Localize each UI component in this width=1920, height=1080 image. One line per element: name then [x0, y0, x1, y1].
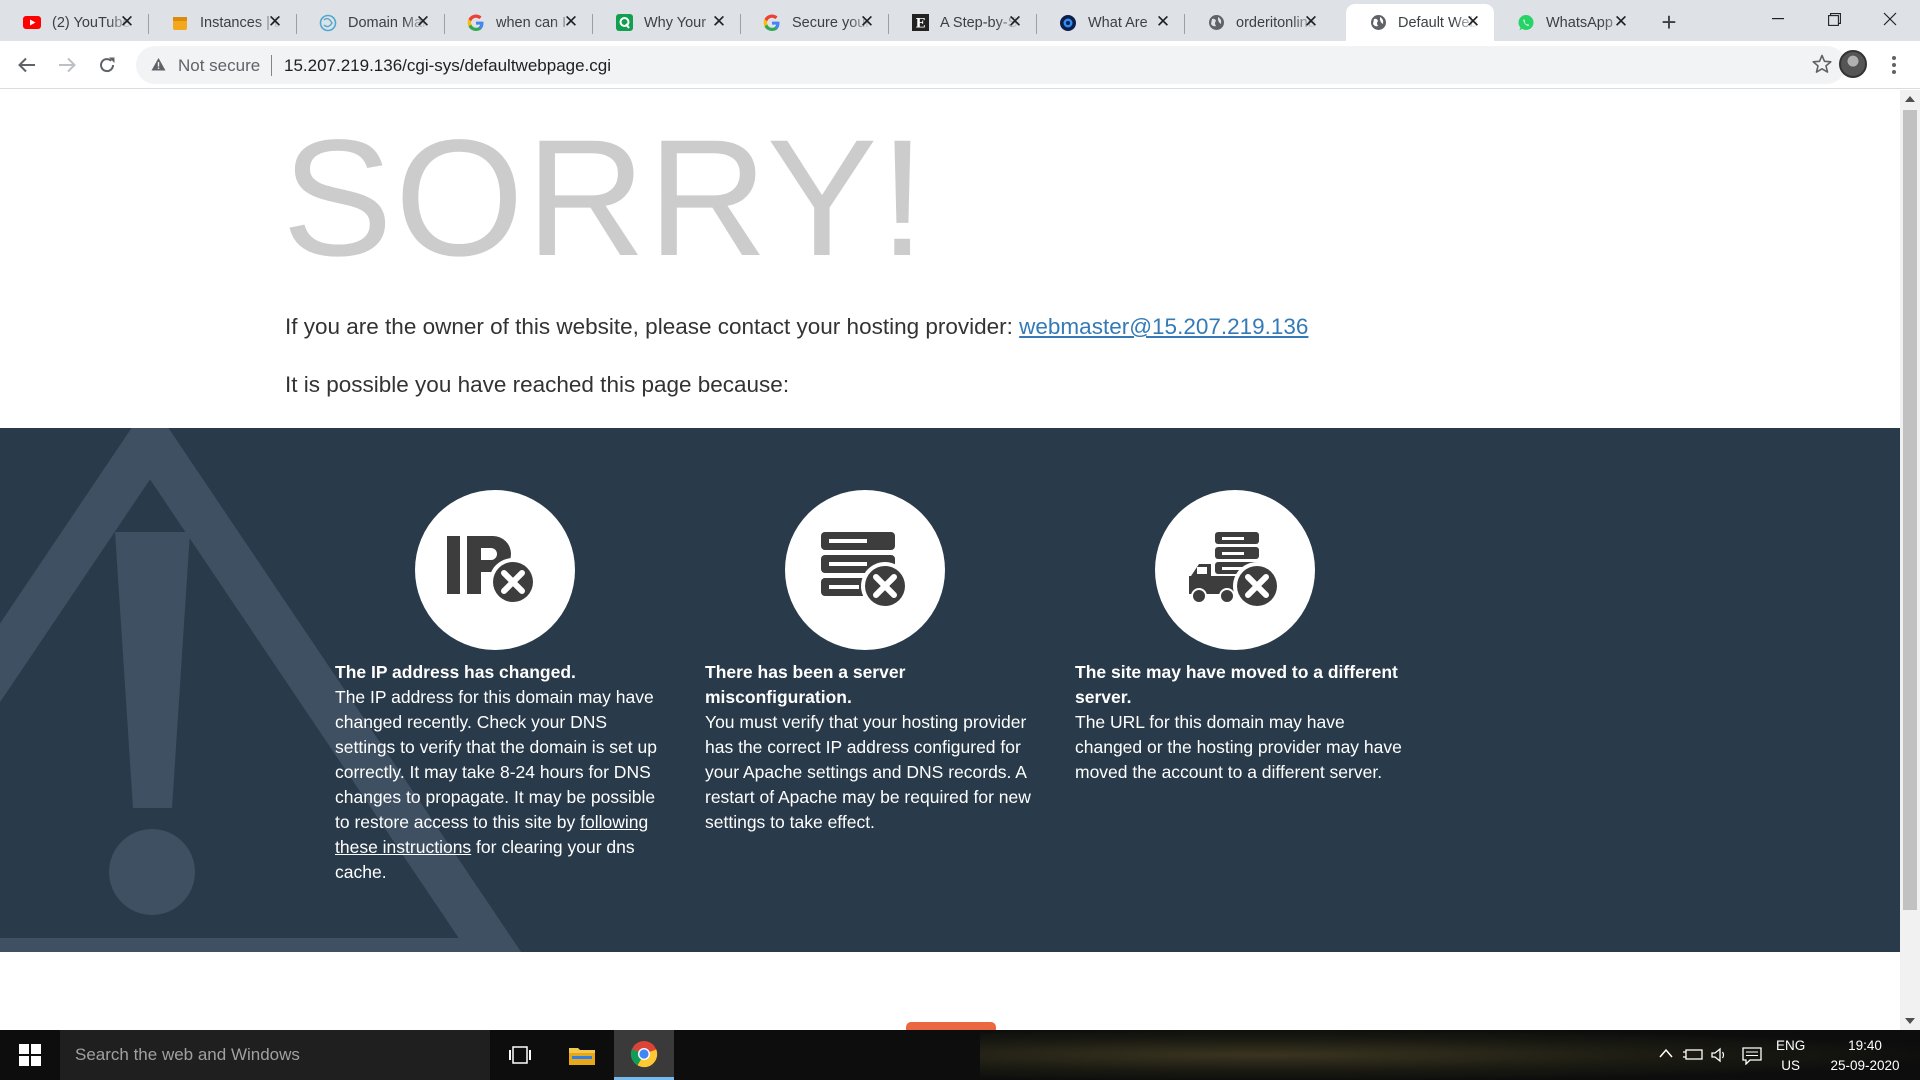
- close-tab-icon[interactable]: ✕: [710, 13, 728, 31]
- close-window-button[interactable]: [1862, 0, 1918, 38]
- reload-button[interactable]: [92, 50, 122, 80]
- reason-text: The IP address has changed. The IP addre…: [335, 660, 665, 885]
- address-bar[interactable]: Not secure 15.207.219.136/cgi-sys/defaul…: [136, 46, 1846, 84]
- windows-logo-icon: [19, 1044, 41, 1066]
- tab-orderitonline[interactable]: orderitonline ✕: [1184, 4, 1332, 41]
- start-button[interactable]: [0, 1030, 60, 1080]
- chevron-up-icon[interactable]: [1658, 1047, 1674, 1062]
- tab-secure-your[interactable]: Secure your ✕: [740, 4, 889, 41]
- google-icon: [466, 13, 486, 33]
- owner-prefix-text: If you are the owner of this website, pl…: [285, 314, 1020, 339]
- youtube-icon: [22, 13, 42, 33]
- tab-default-web[interactable]: Default Web ✕: [1346, 4, 1494, 41]
- reason-text: The site may have moved to a different s…: [1075, 660, 1405, 785]
- google-icon: [762, 13, 782, 33]
- bookmark-star-icon[interactable]: [1812, 54, 1832, 79]
- reason-body: The IP address for this domain may have …: [335, 687, 657, 832]
- input-language-indicator[interactable]: ENG US: [1776, 1036, 1805, 1076]
- close-tab-icon[interactable]: ✕: [1154, 13, 1172, 31]
- e-icon: E: [910, 13, 930, 33]
- taskbar-search-box[interactable]: Search the web and Windows: [60, 1030, 490, 1080]
- url-text[interactable]: 15.207.219.136/cgi-sys/defaultwebpage.cg…: [284, 56, 611, 76]
- new-tab-button[interactable]: +: [1655, 8, 1683, 36]
- owner-contact-line: If you are the owner of this website, pl…: [285, 314, 1308, 340]
- clock-time: 19:40: [1848, 1038, 1882, 1053]
- server-moved-icon: [1155, 490, 1315, 650]
- close-tab-icon[interactable]: ✕: [1006, 13, 1024, 31]
- battery-power-icon[interactable]: [1682, 1047, 1704, 1064]
- tab-youtube[interactable]: (2) YouTube ✕: [0, 4, 149, 41]
- close-tab-icon[interactable]: ✕: [118, 13, 136, 31]
- globe-icon: [1206, 13, 1226, 33]
- reason-title: There has been a server misconfiguration…: [705, 662, 906, 707]
- close-tab-icon[interactable]: ✕: [562, 13, 580, 31]
- tab-step-by-step[interactable]: E A Step-by-Step ✕: [888, 4, 1037, 41]
- taskbar-clock[interactable]: 19:40 25-09-2020: [1820, 1036, 1910, 1076]
- restore-button[interactable]: [1806, 0, 1862, 38]
- tab-why-your[interactable]: Why Your ✕: [592, 4, 741, 41]
- quora-icon: [614, 13, 634, 33]
- volume-icon[interactable]: [1710, 1047, 1728, 1066]
- back-button[interactable]: [12, 50, 42, 80]
- tab-domain[interactable]: Domain Management ✕: [296, 4, 445, 41]
- page-viewport: SORRY! If you are the owner of this webs…: [0, 90, 1900, 1030]
- globe-icon: [1368, 13, 1388, 33]
- task-view-icon[interactable]: [490, 1030, 550, 1080]
- page-scrollbar[interactable]: [1900, 90, 1920, 1030]
- footer-logo-partial: [906, 1022, 996, 1030]
- reason-text: There has been a server misconfiguration…: [705, 660, 1035, 835]
- whatsapp-icon: [1516, 13, 1536, 33]
- reason-body: You must verify that your hosting provid…: [705, 712, 1031, 832]
- reason-body: The URL for this domain may have changed…: [1075, 712, 1402, 782]
- aws-box-icon: [170, 13, 190, 33]
- reason-title: The site may have moved to a different s…: [1075, 662, 1398, 707]
- browser-menu-icon[interactable]: [1882, 51, 1906, 79]
- server-error-icon: [785, 490, 945, 650]
- tab-what-are[interactable]: What Are ✕: [1036, 4, 1185, 41]
- language-code: ENG: [1776, 1038, 1806, 1053]
- action-center-icon[interactable]: [1742, 1047, 1762, 1068]
- tab-strip: (2) YouTube ✕ Instances | EC2 ✕ Domain M…: [0, 0, 1920, 41]
- tab-whatsapp[interactable]: WhatsApp ✕: [1494, 4, 1642, 41]
- eye-icon: [1058, 13, 1078, 33]
- scrollbar-thumb[interactable]: [1903, 110, 1917, 910]
- clock-date: 25-09-2020: [1830, 1058, 1900, 1073]
- ip-error-icon: [415, 490, 575, 650]
- security-label[interactable]: Not secure: [178, 56, 260, 76]
- warning-icon[interactable]: [151, 57, 166, 76]
- scroll-down-arrow-icon[interactable]: [1905, 1018, 1915, 1024]
- close-tab-icon[interactable]: ✕: [1302, 13, 1320, 31]
- browser-toolbar: Not secure 15.207.219.136/cgi-sys/defaul…: [0, 41, 1920, 89]
- system-tray: ENG US 19:40 25-09-2020: [1650, 1030, 1920, 1080]
- scroll-up-arrow-icon[interactable]: [1905, 96, 1915, 102]
- windows-taskbar: Search the web and Windows ENG US 19:40 …: [0, 1030, 1920, 1080]
- svg-text:E: E: [915, 17, 925, 32]
- close-tab-icon[interactable]: ✕: [266, 13, 284, 31]
- page-heading: SORRY!: [282, 106, 928, 291]
- minimize-button[interactable]: [1750, 0, 1806, 38]
- close-tab-icon[interactable]: ✕: [1464, 13, 1482, 31]
- domain-icon: [318, 13, 338, 33]
- search-placeholder[interactable]: Search the web and Windows: [75, 1045, 300, 1065]
- close-tab-icon[interactable]: ✕: [1612, 13, 1630, 31]
- profile-avatar[interactable]: [1839, 50, 1867, 78]
- reason-title: The IP address has changed.: [335, 662, 576, 682]
- close-tab-icon[interactable]: ✕: [414, 13, 432, 31]
- reasons-intro: It is possible you have reached this pag…: [285, 372, 790, 397]
- close-tab-icon[interactable]: ✕: [858, 13, 876, 31]
- address-separator: [271, 55, 272, 76]
- file-explorer-icon[interactable]: [552, 1030, 612, 1080]
- tab-instances[interactable]: Instances | EC2 ✕: [148, 4, 297, 41]
- tab-google-search[interactable]: when can I ✕: [444, 4, 593, 41]
- keyboard-layout: US: [1781, 1058, 1801, 1073]
- reasons-section: The IP address has changed. The IP addre…: [0, 428, 1900, 952]
- forward-button[interactable]: [52, 50, 82, 80]
- webmaster-email-link[interactable]: webmaster@15.207.219.136: [1019, 314, 1308, 339]
- chrome-taskbar-icon[interactable]: [614, 1030, 674, 1080]
